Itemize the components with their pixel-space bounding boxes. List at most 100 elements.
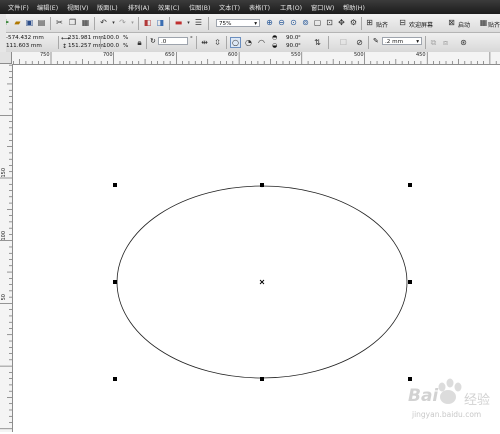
chevron-down-icon: ▾	[254, 21, 257, 27]
menu-bar: 文件(F) 编辑(E) 视图(V) 版面(L) 排列(A) 效果(C) 位图(B…	[0, 0, 500, 14]
selection-handle-right[interactable]	[408, 280, 412, 284]
menu-arrange[interactable]: 排列(A)	[128, 3, 149, 12]
ruler-label: 700	[103, 52, 113, 58]
scale-x-value[interactable]: 100.0	[103, 35, 119, 41]
ellipse-mode-icon[interactable]: ○	[230, 37, 241, 48]
end-angle-value[interactable]: 90.0	[286, 43, 298, 49]
zoom-all-icon[interactable]: ⊚	[300, 17, 311, 28]
separator	[138, 17, 139, 30]
height-value[interactable]: 151.257 mm	[68, 43, 104, 49]
vertical-ruler[interactable]: 150 100 50	[0, 64, 13, 432]
zoom-selected-icon[interactable]: ⊙	[288, 17, 299, 28]
launch-label[interactable]: 启动	[458, 20, 470, 29]
convert-to-curves-icon[interactable]: ⊘	[354, 37, 365, 48]
selection-handle-bottom-left[interactable]	[113, 377, 117, 381]
end-angle-icon: ◒	[272, 42, 278, 49]
height-icon: ↕	[62, 43, 68, 50]
selection-handle-top-left[interactable]	[113, 183, 117, 187]
menu-table[interactable]: 表格(T)	[249, 3, 270, 12]
zoom-out-icon[interactable]: ⊖	[276, 17, 287, 28]
mirror-vertical-icon[interactable]: ⇳	[212, 37, 223, 48]
copy-icon[interactable]: ❐	[67, 17, 78, 28]
separator	[328, 36, 329, 49]
ruler-label: 500	[354, 52, 364, 58]
separator	[361, 17, 362, 30]
separator	[146, 36, 147, 49]
property-bar: x: -574.432 mm y: 111.603 mm ⟷ 231.981 m…	[0, 33, 500, 53]
rotation-value: .0	[161, 39, 167, 45]
separator	[226, 36, 227, 49]
percent-label: %	[123, 43, 129, 49]
menu-effects[interactable]: 效果(C)	[158, 3, 180, 12]
snap-to-label[interactable]: 贴齐	[376, 20, 388, 29]
menu-edit[interactable]: 编辑(E)	[37, 3, 58, 12]
pie-mode-icon[interactable]: ◔	[243, 37, 254, 48]
menu-help[interactable]: 帮助(H)	[343, 3, 365, 12]
zoom-in-icon[interactable]: ⊕	[264, 17, 275, 28]
welcome-icon[interactable]: ⊟	[397, 17, 408, 28]
separator	[425, 36, 426, 49]
import-icon[interactable]: ◧	[142, 17, 153, 28]
watermark-url: jingyan.baidu.com	[412, 410, 482, 419]
launch-icon[interactable]: ⊠	[446, 17, 457, 28]
separator	[100, 36, 101, 49]
ruler-origin[interactable]	[0, 52, 12, 64]
zoom-page-icon[interactable]: ▢	[312, 17, 323, 28]
convert-icon[interactable]: ⊛	[458, 37, 469, 48]
separator	[208, 17, 209, 30]
to-back-icon[interactable]: ⧈	[440, 37, 451, 48]
menu-tools[interactable]: 工具(O)	[280, 3, 302, 12]
save-icon[interactable]: ▣	[24, 17, 35, 28]
separator	[58, 36, 59, 49]
mirror-horizontal-icon[interactable]: ⇹	[199, 37, 210, 48]
separator	[50, 17, 51, 30]
zoom-width-icon[interactable]: ⊡	[324, 17, 335, 28]
selection-handle-left[interactable]	[113, 280, 117, 284]
paste-icon[interactable]: ▦	[80, 17, 91, 28]
selection-handle-bottom[interactable]	[260, 377, 264, 381]
y-position-value[interactable]: 111.603 mm	[6, 43, 42, 49]
separator	[94, 17, 95, 30]
open-folder-icon[interactable]: ▰	[12, 17, 23, 28]
rotation-angle-field[interactable]: .0	[158, 37, 188, 45]
arc-mode-icon[interactable]: ◠	[256, 37, 267, 48]
wrap-text-icon[interactable]: ☐	[338, 37, 349, 48]
menu-window[interactable]: 窗口(W)	[311, 3, 334, 12]
width-value[interactable]: 231.981 mm	[68, 35, 104, 41]
to-front-icon[interactable]: ⧉	[428, 37, 439, 48]
lock-ratio-icon[interactable]: 🔒︎	[134, 37, 145, 48]
options-icon[interactable]: ⚙	[348, 17, 359, 28]
scale-y-value[interactable]: 100.0	[103, 43, 119, 49]
percent-label: %	[123, 35, 129, 41]
chevron-down-icon[interactable]: ▾	[127, 17, 138, 28]
export-icon[interactable]: ◨	[155, 17, 166, 28]
standard-toolbar: ✚ ▰ ▣ ▤ ✂ ❐ ▦ ↶ ▾ ↷ ▾ ◧ ◨ ▬ ▾ ☰ 75%▾ ⊕ ⊖…	[0, 14, 500, 33]
outline-width-value: .2 mm	[385, 39, 404, 45]
direction-icon[interactable]: ⇅	[312, 37, 323, 48]
outline-pen-icon: ✎	[373, 37, 379, 45]
zoom-value: 75%	[219, 21, 232, 27]
center-mark-icon	[259, 279, 265, 285]
menu-layout[interactable]: 版面(L)	[97, 3, 118, 12]
menu-bitmaps[interactable]: 位图(B)	[189, 3, 210, 12]
cut-icon[interactable]: ✂	[54, 17, 65, 28]
snap-label[interactable]: 贴齐	[488, 20, 500, 29]
menu-file[interactable]: 文件(F)	[8, 3, 29, 12]
zoom-select[interactable]: 75% ▾	[216, 19, 260, 27]
welcome-screen-icon[interactable]: ☰	[193, 17, 204, 28]
rotate-icon: ↻	[150, 37, 156, 45]
selection-handle-top-right[interactable]	[408, 183, 412, 187]
menu-text[interactable]: 文本(T)	[219, 3, 240, 12]
menu-view[interactable]: 视图(V)	[67, 3, 88, 12]
selection-handle-top[interactable]	[260, 183, 264, 187]
welcome-label[interactable]: 欢迎屏幕	[409, 20, 433, 29]
start-angle-value[interactable]: 90.0	[286, 35, 298, 41]
baidu-watermark: Bai 经验 jingyan.baidu.com	[404, 372, 498, 430]
x-position-value[interactable]: -574.432 mm	[6, 35, 44, 41]
outline-width-select[interactable]: .2 mm ▾	[382, 37, 422, 45]
horizontal-ruler[interactable]: 750 700 650 600 550 500 450	[12, 52, 500, 65]
snap-to-icon[interactable]: ⊞	[364, 17, 375, 28]
pan-icon[interactable]: ✥	[336, 17, 347, 28]
print-icon[interactable]: ▤	[36, 17, 47, 28]
separator	[196, 36, 197, 49]
